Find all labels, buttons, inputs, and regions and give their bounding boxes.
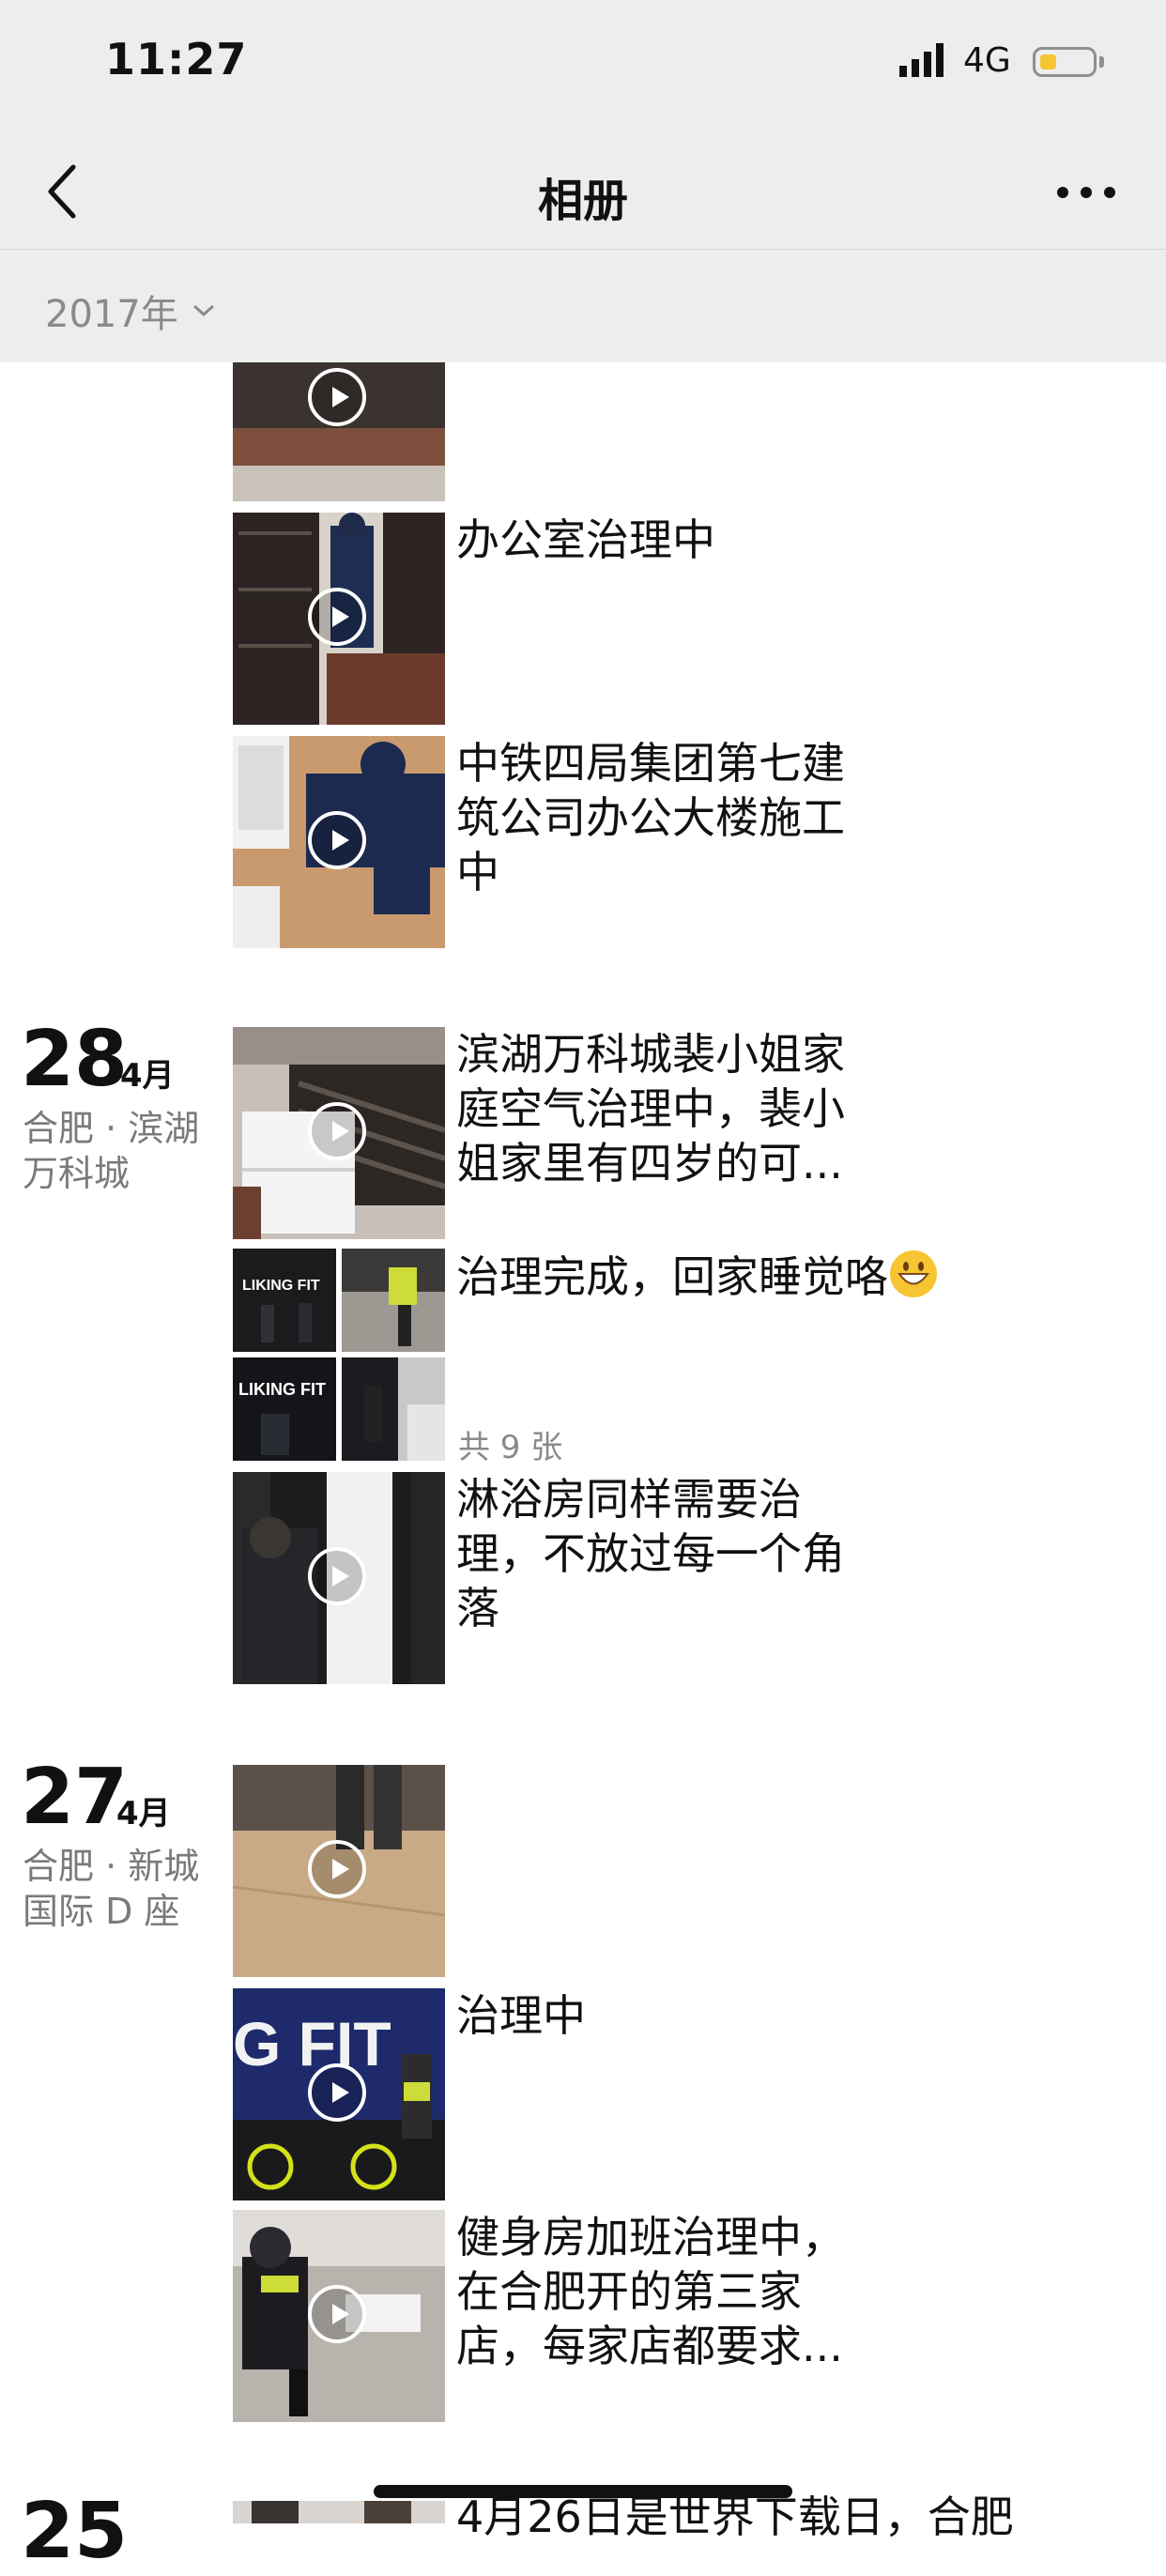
date-month: 4月 <box>116 1795 171 1832</box>
post-caption: 治理中 <box>456 1990 586 2041</box>
post-caption: 治理完成，回家睡觉咯 <box>456 1249 1038 1304</box>
page-title: 相册 <box>537 175 628 227</box>
play-icon <box>308 1102 366 1160</box>
post-thumbnail-video[interactable]: G FIT <box>233 1988 445 2200</box>
battery-level <box>1040 54 1056 69</box>
play-icon <box>308 2285 366 2343</box>
post-caption: 中铁四局集团第七建 筑公司办公大楼施工 中 <box>456 738 845 897</box>
date-day: 27 <box>21 1753 129 1842</box>
play-icon <box>308 811 366 869</box>
post-thumbnail-video[interactable] <box>233 1472 445 1684</box>
year-filter-button[interactable]: 2017年 <box>45 284 216 338</box>
play-icon <box>308 1547 366 1605</box>
network-type: 4G <box>963 41 1011 80</box>
chevron-down-icon <box>192 304 214 317</box>
post-thumbnail-photo[interactable] <box>233 2501 445 2523</box>
battery-tip <box>1099 56 1104 68</box>
post-caption: 淋浴房同样需要治 理，不放过每一个角 落 <box>456 1474 845 1633</box>
play-icon <box>308 1840 366 1898</box>
signal-strength-icon <box>899 43 944 77</box>
post-thumbnail-video[interactable] <box>233 736 445 948</box>
year-filter-label: 2017年 <box>45 293 178 336</box>
status-bar: 11:27 4G <box>0 0 1166 131</box>
post-thumbnail-video[interactable] <box>233 513 445 725</box>
photo-thumbnail: LIKING FIT <box>233 1249 336 1352</box>
post-location: 合肥 · 滨湖 万科城 <box>23 1108 200 1194</box>
post-thumbnail-video[interactable] <box>233 2210 445 2422</box>
thumb-sign-text: LIKING FIT <box>238 1380 326 1399</box>
thumb-sign-text: G FIT <box>233 2009 391 2078</box>
thumb-sign-text: LIKING FIT <box>242 1278 320 1294</box>
nav-bar: 相册 <box>0 131 1166 250</box>
photo-thumbnail <box>342 1357 445 1461</box>
date-day: 25 <box>21 2487 129 2576</box>
status-time: 11:27 <box>105 34 248 84</box>
play-icon <box>308 588 366 646</box>
post-location: 合肥 · 新城 国际 D 座 <box>23 1846 200 1932</box>
post-thumbnail-video[interactable] <box>233 1027 445 1239</box>
date-month: 4月 <box>120 1057 175 1095</box>
battery-icon <box>1033 47 1097 77</box>
post-thumbnail-video[interactable] <box>233 362 445 501</box>
play-icon <box>308 368 366 426</box>
photo-count: 共 9 张 <box>458 1429 563 1466</box>
post-caption: 健身房加班治理中， 在合肥开的第三家 店，每家店都要求... <box>456 2212 845 2371</box>
play-icon <box>308 2063 366 2122</box>
post-thumbnail-photo-grid[interactable]: LIKING FIT LIKING FIT <box>233 1249 445 1461</box>
grinning-face-emoji <box>890 1250 937 1297</box>
home-indicator[interactable] <box>374 2485 792 2498</box>
post-caption: 滨湖万科城裴小姐家 庭空气治理中，裴小 姐家里有四岁的可... <box>456 1029 845 1188</box>
post-thumbnail-video[interactable] <box>233 1765 445 1977</box>
more-options-button[interactable] <box>1053 169 1119 216</box>
photo-thumbnail: LIKING FIT <box>233 1357 336 1461</box>
post-caption: 办公室治理中 <box>456 514 715 565</box>
date-day: 28 <box>21 1015 129 1104</box>
year-filter-bar: 2017年 <box>0 250 1166 362</box>
photo-thumbnail <box>342 1249 445 1352</box>
